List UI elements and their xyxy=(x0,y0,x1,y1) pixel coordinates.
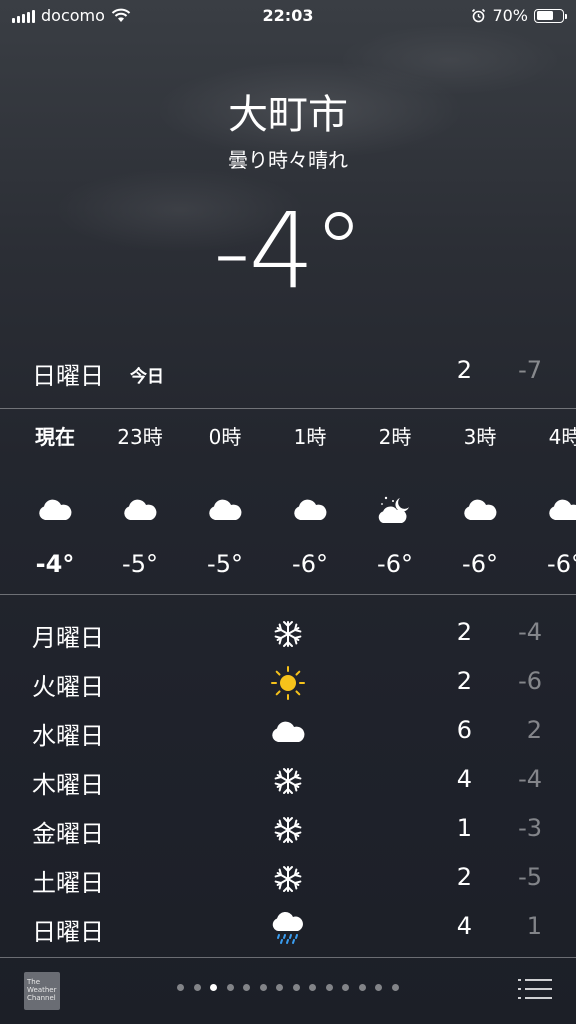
daily-row: 火曜日 2 -6 xyxy=(0,659,576,708)
status-bar: docomo 22:03 70% xyxy=(0,0,576,34)
page-dot[interactable] xyxy=(259,984,267,991)
daily-day: 火曜日 xyxy=(32,673,104,701)
snow-icon xyxy=(268,614,308,654)
daily-low: -3 xyxy=(518,814,542,842)
page-dot[interactable] xyxy=(391,984,399,991)
hourly-temp: -5° xyxy=(207,550,243,578)
city-name: 大町市 xyxy=(228,92,348,138)
cloud-icon xyxy=(12,480,98,540)
status-right: 70% xyxy=(471,6,567,25)
hourly-item: 0時 -5° xyxy=(182,420,268,578)
daily-row: 木曜日 4 -4 xyxy=(0,757,576,806)
daily-low: -6 xyxy=(518,667,542,695)
daily-high: 4 xyxy=(456,765,472,793)
page-dot[interactable] xyxy=(325,984,333,991)
today-low: -7 xyxy=(518,356,542,384)
daily-high: 1 xyxy=(456,814,472,842)
hourly-item: 3時 -6° xyxy=(437,420,523,578)
today-high: 2 xyxy=(456,356,472,384)
page-dot[interactable] xyxy=(177,984,185,991)
cloud-icon xyxy=(97,480,183,540)
hourly-forecast[interactable]: 現在 -4° 23時 -5° 0時 -5° 1時 -6° 2時 -6° 3時 -6° 4時 -6° xyxy=(0,420,576,590)
moon-cloud-icon xyxy=(352,480,438,540)
hourly-item: 現在 -4° xyxy=(12,420,98,578)
daily-row: 日曜日 4 1 xyxy=(0,904,576,953)
hourly-time: 2時 xyxy=(378,425,412,449)
weather-channel-logo[interactable]: The Weather Channel xyxy=(24,972,60,1010)
daily-day: 金曜日 xyxy=(32,820,104,848)
page-dot[interactable] xyxy=(226,984,234,991)
daily-low: 2 xyxy=(526,716,542,744)
daily-high: 6 xyxy=(456,716,472,744)
hourly-temp: -6° xyxy=(377,550,413,578)
page-dot[interactable] xyxy=(375,984,383,991)
snow-icon xyxy=(268,810,308,850)
daily-low: -5 xyxy=(518,863,542,891)
hourly-item: 4時 -6° xyxy=(522,420,576,578)
cloud-icon xyxy=(437,480,523,540)
page-indicator[interactable] xyxy=(0,984,576,991)
hourly-time: 0時 xyxy=(208,425,242,449)
daily-day: 日曜日 xyxy=(32,918,104,946)
page-dot[interactable] xyxy=(342,984,350,991)
weather-condition: 曇り時々晴れ xyxy=(228,148,348,172)
hourly-temp: -6° xyxy=(292,550,328,578)
daily-row: 水曜日 6 2 xyxy=(0,708,576,757)
today-row: 日曜日 今日 2 -7 xyxy=(32,352,542,392)
page-dot[interactable] xyxy=(358,984,366,991)
hourly-time: 現在 xyxy=(35,425,75,449)
cloud-icon xyxy=(522,480,576,540)
battery-icon xyxy=(534,8,567,23)
page-dot[interactable] xyxy=(243,984,251,991)
hourly-temp: -6° xyxy=(462,550,498,578)
alarm-icon xyxy=(472,8,486,23)
daily-day: 月曜日 xyxy=(32,624,104,652)
hourly-item: 1時 -6° xyxy=(267,420,353,578)
daily-row: 土曜日 2 -5 xyxy=(0,855,576,904)
daily-day: 水曜日 xyxy=(32,722,104,750)
today-day: 日曜日 xyxy=(32,362,104,390)
page-dot[interactable] xyxy=(210,984,218,991)
daily-high: 4 xyxy=(456,912,472,940)
daily-row: 金曜日 1 -3 xyxy=(0,806,576,855)
sun-icon xyxy=(268,663,308,703)
list-icon[interactable] xyxy=(518,976,552,1002)
hourly-time: 4時 xyxy=(548,425,576,449)
battery-percent: 70% xyxy=(492,6,528,25)
cloud-icon xyxy=(268,712,308,752)
page-dot[interactable] xyxy=(193,984,201,991)
hourly-item: 23時 -5° xyxy=(97,420,183,578)
hourly-time: 1時 xyxy=(293,425,327,449)
snow-icon xyxy=(268,859,308,899)
divider-middle xyxy=(0,594,576,595)
hourly-time: 23時 xyxy=(117,425,163,449)
cloud-icon xyxy=(267,480,353,540)
hourly-temp: -4° xyxy=(35,550,75,578)
daily-row: 月曜日 2 -4 xyxy=(0,610,576,659)
daily-low: -4 xyxy=(518,618,542,646)
hourly-temp: -6° xyxy=(547,550,576,578)
daily-high: 2 xyxy=(456,667,472,695)
daily-day: 土曜日 xyxy=(32,869,104,897)
page-dot[interactable] xyxy=(292,984,300,991)
hourly-time: 3時 xyxy=(463,425,497,449)
daily-low: 1 xyxy=(526,912,542,940)
daily-day: 木曜日 xyxy=(32,771,104,799)
hourly-item: 2時 -6° xyxy=(352,420,438,578)
daily-high: 2 xyxy=(456,863,472,891)
current-temperature: -4° xyxy=(213,190,365,312)
divider-top xyxy=(0,408,576,409)
cloud-icon xyxy=(182,480,268,540)
page-dot[interactable] xyxy=(309,984,317,991)
today-label: 今日 xyxy=(130,367,164,387)
daily-high: 2 xyxy=(456,618,472,646)
snow-icon xyxy=(268,761,308,801)
hourly-temp: -5° xyxy=(122,550,158,578)
footer-toolbar: The Weather Channel xyxy=(0,958,576,1024)
rain-cloud-icon xyxy=(268,908,308,948)
daily-low: -4 xyxy=(518,765,542,793)
page-dot[interactable] xyxy=(276,984,284,991)
